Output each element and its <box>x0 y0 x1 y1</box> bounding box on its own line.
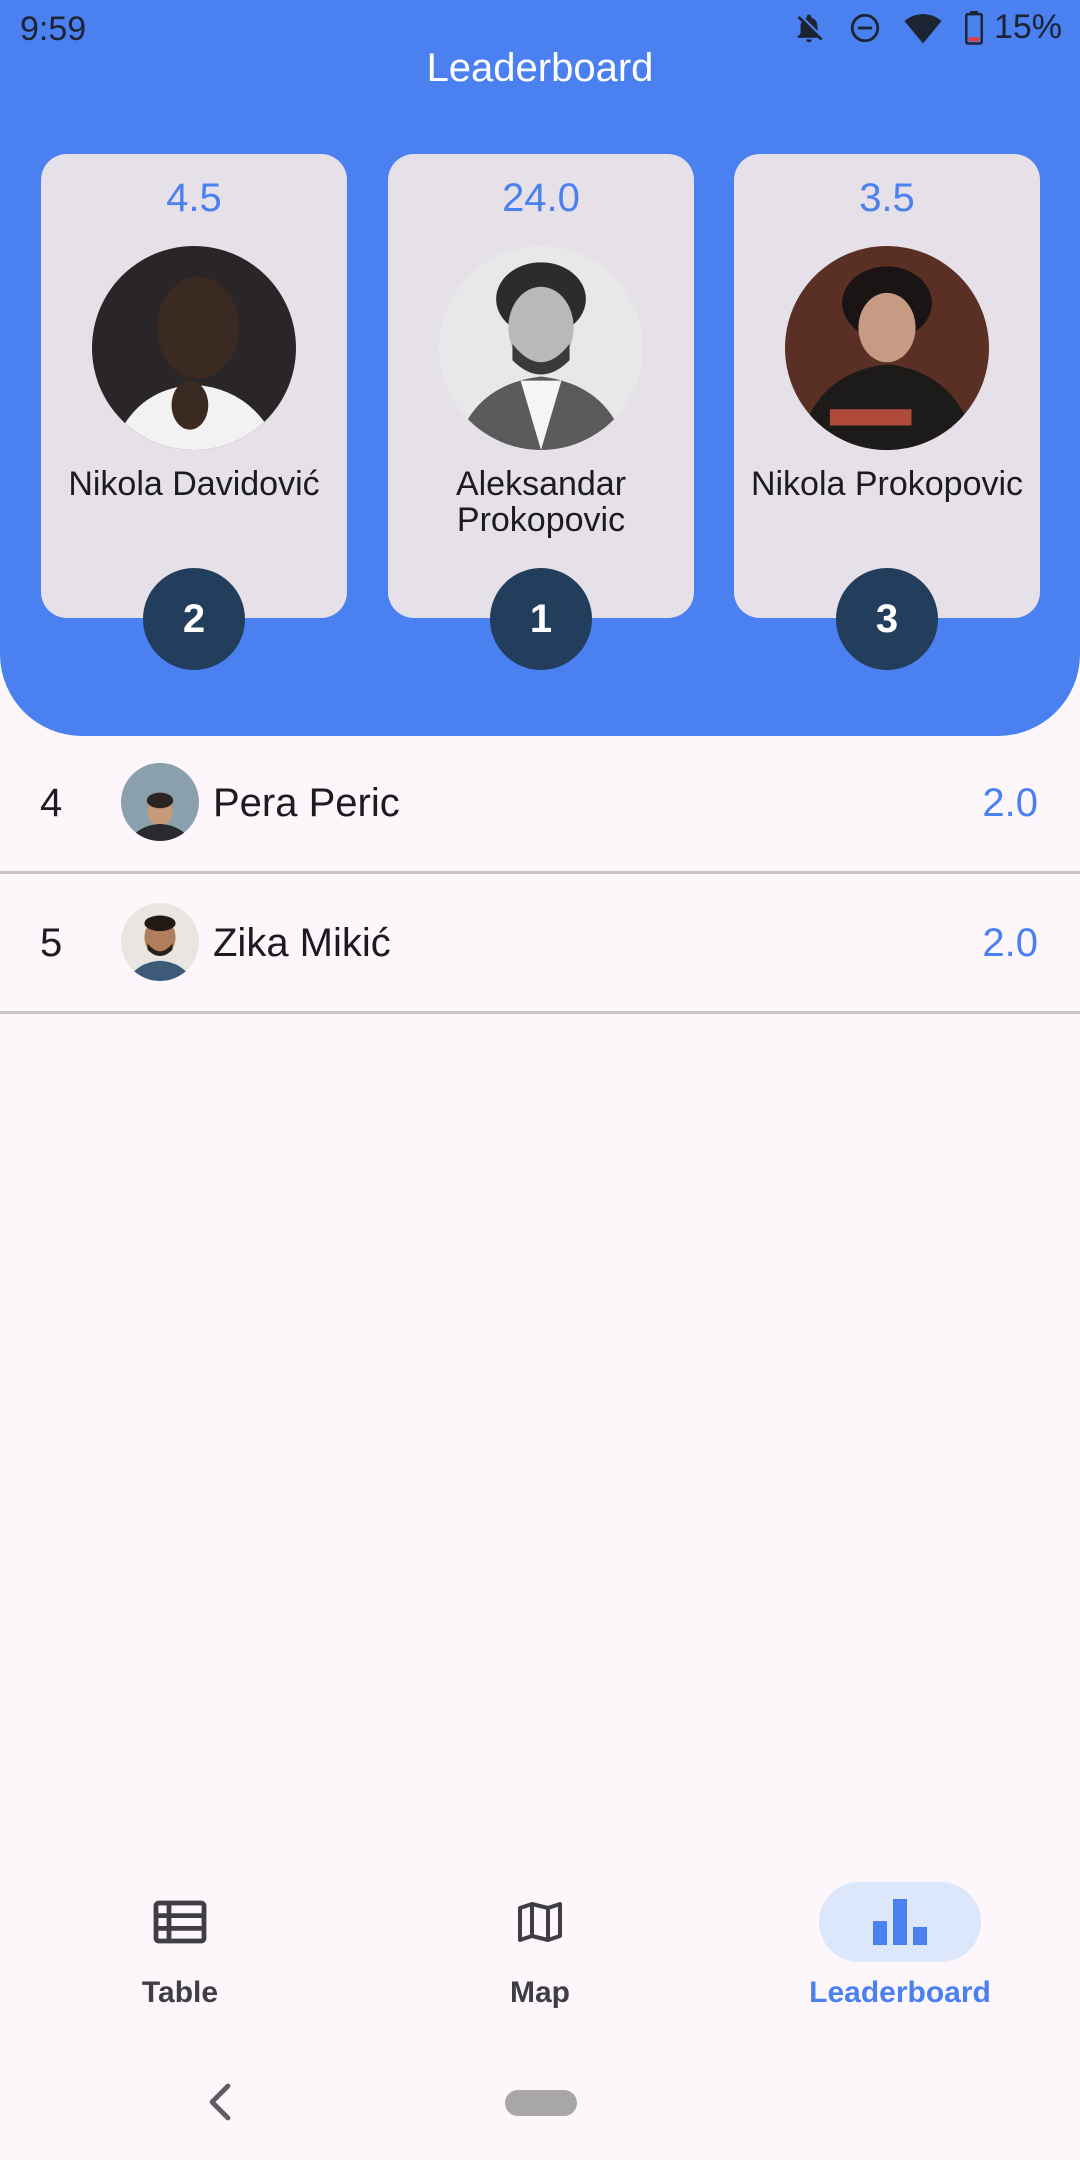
nav-item-leaderboard[interactable]: Leaderboard <box>720 1850 1080 2020</box>
status-time: 9:59 <box>20 10 87 48</box>
podium-name: Nikola Prokopovic <box>750 465 1024 503</box>
list-rank: 5 <box>40 921 63 965</box>
bottom-navigation: Table Map Leaderboard <box>0 1850 1080 2020</box>
status-icons: 15% <box>792 8 1062 47</box>
podium-score: 3.5 <box>859 176 915 220</box>
leaderboard-header: 9:59 15% Leaderboard 4.5 Nikola Davidovi… <box>0 0 1080 736</box>
nav-label: Map <box>510 1976 570 2009</box>
leaderboard-icon <box>873 1899 927 1945</box>
nav-icon-container <box>459 1882 621 1962</box>
list-item[interactable]: 4 Pera Peric 2.0 <box>0 734 1080 874</box>
nav-label: Table <box>141 1976 219 2009</box>
nav-label: Leaderboard <box>809 1976 991 2009</box>
wifi-icon <box>904 13 942 43</box>
avatar <box>439 246 643 450</box>
nav-icon-container <box>99 1882 261 1962</box>
nav-item-map[interactable]: Map <box>360 1850 720 2020</box>
system-navigation-bar <box>0 2050 1080 2160</box>
list-score: 2.0 <box>982 921 1038 965</box>
podium-card-first[interactable]: 24.0 Aleksandar Prokopovic 1 <box>388 154 694 670</box>
podium-name: Nikola Davidović <box>68 465 320 503</box>
avatar <box>121 763 199 841</box>
rank-badge: 3 <box>836 568 938 670</box>
podium-card-second[interactable]: 4.5 Nikola Davidović 2 <box>41 154 347 670</box>
do-not-disturb-icon <box>850 13 880 42</box>
map-icon <box>518 1902 562 1942</box>
nav-icon-container <box>819 1882 981 1962</box>
table-icon <box>153 1900 207 1944</box>
page-title: Leaderboard <box>426 46 654 90</box>
list-rank: 4 <box>40 781 63 825</box>
nav-item-table[interactable]: Table <box>0 1850 360 2020</box>
list-item[interactable]: 5 Zika Mikić 2.0 <box>0 874 1080 1014</box>
podium-score: 24.0 <box>502 176 580 220</box>
avatar <box>92 246 296 450</box>
podium-name: Aleksandar Prokopovic <box>455 465 627 539</box>
back-icon[interactable] <box>200 2078 240 2126</box>
avatar <box>121 903 199 981</box>
list-name: Zika Mikić <box>213 921 391 965</box>
list-score: 2.0 <box>982 781 1038 825</box>
home-pill[interactable] <box>505 2090 577 2116</box>
rank-badge: 2 <box>143 568 245 670</box>
avatar <box>785 246 989 450</box>
rank-badge: 1 <box>490 568 592 670</box>
podium-card-third[interactable]: 3.5 Nikola Prokopovic 3 <box>734 154 1040 670</box>
battery-icon <box>964 10 983 45</box>
battery-percentage: 15% <box>993 8 1062 46</box>
notifications-off-icon <box>797 14 823 42</box>
list-name: Pera Peric <box>213 781 400 825</box>
podium-score: 4.5 <box>166 176 222 220</box>
